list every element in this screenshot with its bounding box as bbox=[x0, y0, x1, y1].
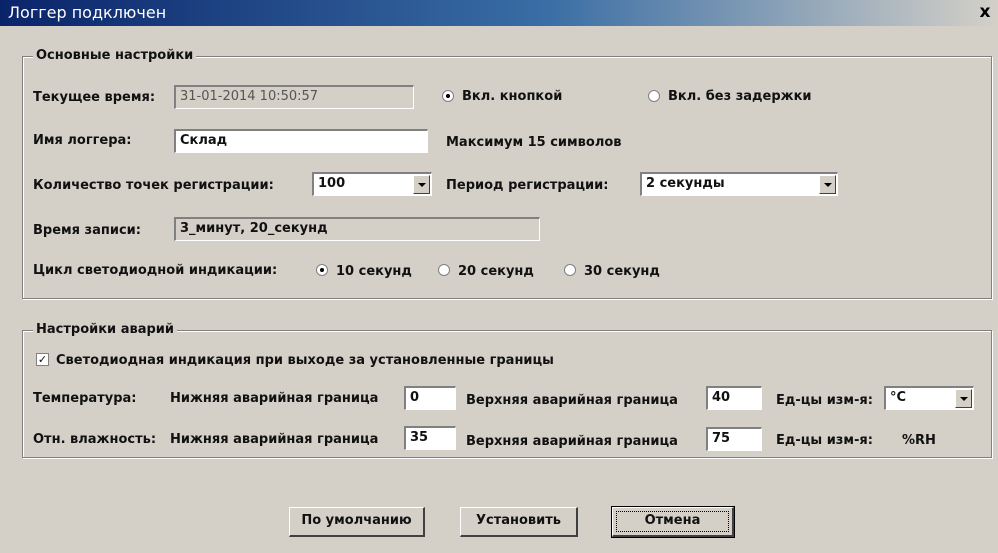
hum-unit-value: %RH bbox=[902, 433, 936, 448]
chevron-down-icon[interactable] bbox=[819, 175, 836, 194]
led-cycle-20-radio[interactable] bbox=[438, 264, 450, 276]
points-value: 100 bbox=[318, 176, 346, 191]
basic-settings-legend: Основные настройки bbox=[33, 48, 197, 63]
chevron-down-icon[interactable] bbox=[413, 175, 430, 194]
start-no-delay-label[interactable]: Вкл. без задержки bbox=[668, 89, 812, 104]
record-time-label: Время записи: bbox=[33, 223, 141, 238]
led-alarm-checkbox[interactable]: ✓ bbox=[36, 353, 49, 366]
apply-button[interactable]: Установить bbox=[460, 507, 578, 537]
temp-unit-select[interactable]: °C bbox=[884, 386, 974, 410]
led-cycle-label: Цикл светодиодной индикации: bbox=[33, 263, 278, 278]
start-by-button-label[interactable]: Вкл. кнопкой bbox=[462, 89, 562, 104]
alarm-settings-legend: Настройки аварий bbox=[33, 322, 177, 337]
logger-dialog: Логгер подключен x Основные настройки Те… bbox=[0, 0, 998, 553]
current-time-field: 31-01-2014 10:50:57 bbox=[174, 85, 414, 109]
hum-low-label: Нижняя аварийная граница bbox=[170, 432, 379, 447]
temp-label: Температура: bbox=[33, 391, 137, 406]
logger-name-input[interactable]: Склад bbox=[174, 129, 428, 153]
window-title: Логгер подключен bbox=[8, 3, 167, 22]
current-time-label: Текущее время: bbox=[33, 90, 156, 105]
temp-unit-value: °C bbox=[890, 390, 907, 405]
led-cycle-20-label[interactable]: 20 секунд bbox=[458, 264, 534, 279]
points-select[interactable]: 100 bbox=[312, 172, 432, 196]
humidity-label: Отн. влажность: bbox=[33, 432, 157, 447]
temp-low-label: Нижняя аварийная граница bbox=[170, 391, 379, 406]
led-cycle-30-radio[interactable] bbox=[564, 264, 576, 276]
led-alarm-label[interactable]: Светодиодная индикация при выходе за уст… bbox=[56, 353, 554, 368]
points-label: Количество точек регистрации: bbox=[33, 178, 274, 193]
record-time-field: 3_минут, 20_секунд bbox=[174, 217, 540, 241]
hum-low-input[interactable]: 35 bbox=[404, 426, 456, 450]
temp-high-label: Верхняя аварийная граница bbox=[466, 393, 678, 408]
cancel-button[interactable]: Отмена bbox=[611, 506, 735, 538]
hum-high-input[interactable]: 75 bbox=[706, 427, 762, 451]
led-cycle-30-label[interactable]: 30 секунд bbox=[584, 264, 660, 279]
temp-unit-label: Ед-цы изм-я: bbox=[776, 393, 873, 408]
temp-high-input[interactable]: 40 bbox=[706, 386, 762, 410]
period-select[interactable]: 2 секунды bbox=[640, 172, 838, 196]
hum-high-label: Верхняя аварийная граница bbox=[466, 434, 678, 449]
period-value: 2 секунды bbox=[646, 176, 725, 191]
defaults-button[interactable]: По умолчанию bbox=[289, 507, 425, 537]
led-cycle-10-radio[interactable] bbox=[316, 264, 328, 276]
title-bar: Логгер подключен x bbox=[0, 0, 998, 26]
close-icon[interactable]: x bbox=[976, 2, 994, 22]
temp-low-input[interactable]: 0 bbox=[404, 386, 456, 410]
logger-name-label: Имя логгера: bbox=[33, 133, 132, 148]
start-no-delay-radio[interactable] bbox=[648, 90, 660, 102]
logger-name-hint: Максимум 15 символов bbox=[446, 135, 622, 150]
chevron-down-icon[interactable] bbox=[955, 389, 972, 408]
hum-unit-label: Ед-цы изм-я: bbox=[776, 433, 873, 448]
led-cycle-10-label[interactable]: 10 секунд bbox=[336, 264, 412, 279]
start-by-button-radio[interactable] bbox=[442, 90, 454, 102]
period-label: Период регистрации: bbox=[446, 178, 609, 193]
